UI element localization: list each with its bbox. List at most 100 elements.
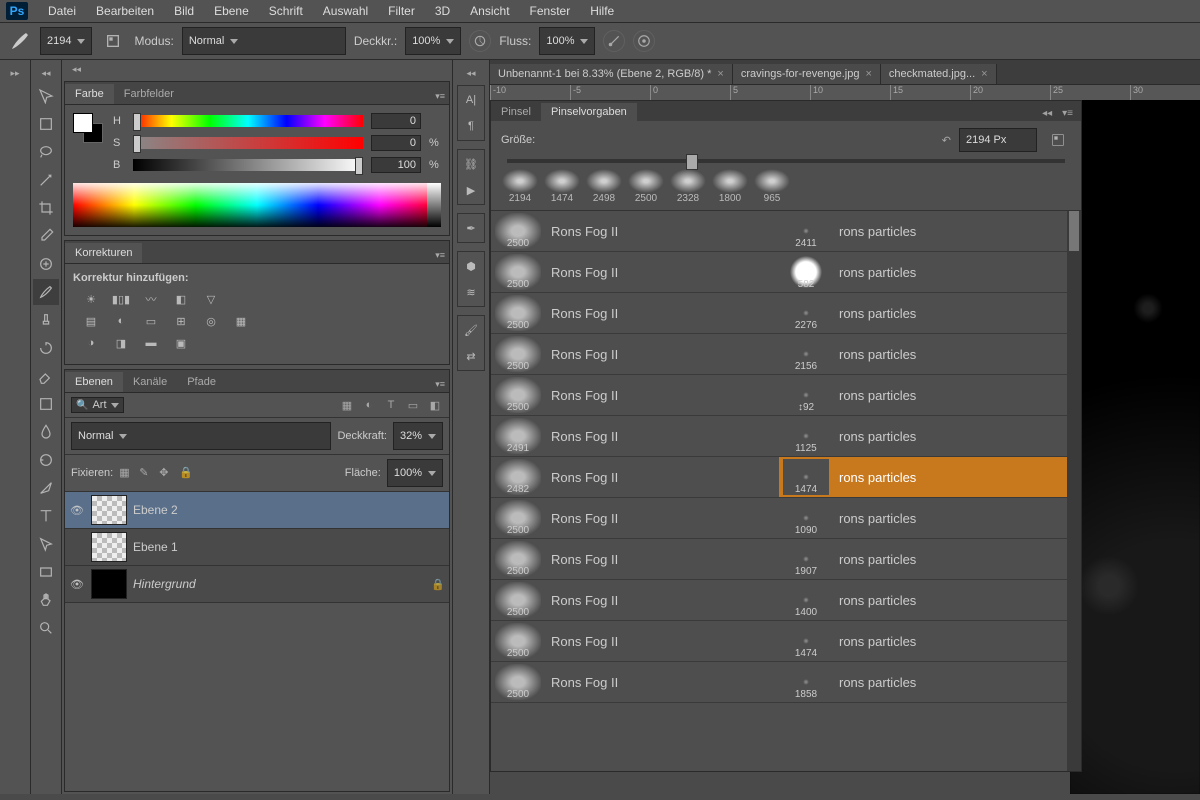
brush-tip[interactable]: 2498 — [585, 169, 623, 204]
adj-vibrance-icon[interactable]: ▽ — [201, 290, 221, 308]
reset-size-icon[interactable]: ↶ — [942, 134, 951, 147]
swap-icon[interactable]: ⇄ — [460, 345, 482, 367]
brush-preset-item[interactable]: 2500Rons Fog II — [491, 211, 779, 252]
close-icon[interactable]: × — [717, 68, 723, 80]
adj-bw-icon[interactable]: ◐ — [111, 312, 131, 330]
collapse-icon[interactable]: ◂◂ — [68, 62, 85, 77]
brush-preset-item[interactable]: 2156rons particles — [779, 334, 1067, 375]
collapse-icon[interactable]: ◂◂ — [462, 66, 479, 81]
tab-pinsel[interactable]: Pinsel — [491, 103, 541, 121]
hand-tool[interactable] — [33, 587, 59, 613]
move-tool[interactable] — [33, 83, 59, 109]
layer-name[interactable]: Hintergrund — [133, 577, 425, 591]
menu-3d[interactable]: 3D — [425, 1, 460, 21]
brush-size-input[interactable] — [959, 128, 1037, 152]
lock-pos-icon[interactable]: ✥ — [159, 466, 173, 480]
layers3d-icon[interactable]: ≋ — [460, 281, 482, 303]
brush-size-slider[interactable] — [507, 159, 1065, 163]
pen-tool[interactable] — [33, 475, 59, 501]
layer-blend-select[interactable]: Normal — [71, 422, 331, 450]
tab-pinselvorgaben[interactable]: Pinselvorgaben — [541, 103, 637, 121]
blend-mode-select[interactable]: Normal — [182, 27, 346, 55]
filter-pixel-icon[interactable]: ▦ — [339, 397, 355, 413]
marquee-tool[interactable] — [33, 111, 59, 137]
path-select-tool[interactable] — [33, 531, 59, 557]
adj-invert-icon[interactable]: ◑ — [81, 334, 101, 352]
brush-preset-item[interactable]: 2500Rons Fog II — [491, 293, 779, 334]
menu-auswahl[interactable]: Auswahl — [313, 1, 378, 21]
menu-bearbeiten[interactable]: Bearbeiten — [86, 1, 164, 21]
adj-color-lookup-icon[interactable]: ◎ — [201, 312, 221, 330]
adj-grad-map-icon[interactable]: ▬ — [141, 334, 161, 352]
sat-input[interactable] — [371, 135, 421, 151]
flow-input[interactable]: 100% — [539, 27, 595, 55]
brush-preset-item[interactable]: 582rons particles — [779, 252, 1067, 293]
zoom-tool[interactable] — [33, 615, 59, 641]
opacity-input[interactable]: 100% — [405, 27, 461, 55]
brush-tip[interactable]: 965 — [753, 169, 791, 204]
bri-slider[interactable] — [133, 159, 363, 171]
lock-pixels-icon[interactable]: ✎ — [139, 466, 153, 480]
airbrush-icon[interactable] — [603, 30, 625, 52]
menu-hilfe[interactable]: Hilfe — [580, 1, 624, 21]
brush-preset-item[interactable]: 2500Rons Fog II — [491, 498, 779, 539]
layer-filter-kind[interactable]: 🔍Art — [71, 397, 124, 413]
brush-preset-item[interactable]: 2500Rons Fog II — [491, 375, 779, 416]
doc-tab[interactable]: checkmated.jpg...× — [881, 64, 997, 84]
brush-preset-item[interactable]: 2500Rons Fog II — [491, 252, 779, 293]
menu-ansicht[interactable]: Ansicht — [460, 1, 519, 21]
blur-tool[interactable] — [33, 419, 59, 445]
brush-preset-item[interactable]: 1125rons particles — [779, 416, 1067, 457]
fgbg-swatch[interactable] — [73, 113, 103, 143]
layer-name[interactable]: Ebene 2 — [133, 503, 445, 517]
brush-preset-item[interactable]: 1907rons particles — [779, 539, 1067, 580]
layer-name[interactable]: Ebene 1 — [133, 540, 445, 554]
adj-brightness-icon[interactable]: ☀ — [81, 290, 101, 308]
filter-type-icon[interactable]: T — [383, 397, 399, 413]
brush-preset-item[interactable]: 2482Rons Fog II — [491, 457, 779, 498]
brush-preset-item[interactable]: 1090rons particles — [779, 498, 1067, 539]
eraser-tool[interactable] — [33, 363, 59, 389]
lock-all-icon[interactable]: 🔒 — [179, 466, 193, 480]
brush-preset-item[interactable]: 2276rons particles — [779, 293, 1067, 334]
lasso-tool[interactable] — [33, 139, 59, 165]
brush-panel-toggle-icon[interactable] — [100, 28, 126, 54]
filter-adjust-icon[interactable]: ◐ — [361, 397, 377, 413]
menu-schrift[interactable]: Schrift — [259, 1, 313, 21]
adj-curves-icon[interactable]: 〰 — [141, 290, 161, 308]
panel-menu-icon[interactable]: ▾≡ — [431, 377, 449, 392]
filter-shape-icon[interactable]: ▭ — [405, 397, 421, 413]
tab-farbe[interactable]: Farbe — [65, 84, 114, 104]
menu-bild[interactable]: Bild — [164, 1, 204, 21]
close-icon[interactable]: × — [981, 68, 987, 80]
brush-preset-item[interactable]: 1474rons particles — [779, 457, 1067, 498]
brush-preset-item[interactable]: 2500Rons Fog II — [491, 662, 779, 703]
pressure-size-icon[interactable] — [633, 30, 655, 52]
wand-tool[interactable] — [33, 167, 59, 193]
brush-preset-item[interactable]: 2500Rons Fog II — [491, 539, 779, 580]
layer-thumb[interactable] — [91, 569, 127, 599]
feather-icon[interactable]: ✒ — [460, 217, 482, 239]
layer-opacity-input[interactable]: 32% — [393, 422, 443, 450]
collapse-icon[interactable]: ◂◂ — [37, 66, 54, 81]
spot-heal-tool[interactable] — [33, 251, 59, 277]
type-tool[interactable] — [33, 503, 59, 529]
3d-icon[interactable]: ⬢ — [460, 255, 482, 277]
brush-preset-item[interactable]: 1858rons particles — [779, 662, 1067, 703]
hue-slider[interactable] — [133, 115, 363, 127]
adj-exposure-icon[interactable]: ◧ — [171, 290, 191, 308]
hue-input[interactable] — [371, 113, 421, 129]
panel-menu-icon[interactable]: ▾≡ — [431, 89, 449, 104]
canvas[interactable] — [1070, 100, 1200, 794]
new-preset-icon[interactable] — [1045, 127, 1071, 153]
brush-scrollbar[interactable] — [1067, 211, 1081, 771]
fg-color[interactable] — [73, 113, 93, 133]
sat-slider[interactable] — [133, 137, 363, 149]
brush-tip[interactable]: 2328 — [669, 169, 707, 204]
tab-ebenen[interactable]: Ebenen — [65, 372, 123, 392]
tab-farbfelder[interactable]: Farbfelder — [114, 84, 184, 104]
menu-fenster[interactable]: Fenster — [520, 1, 581, 21]
visibility-icon[interactable]: 👁 — [69, 578, 85, 591]
brush-preset-item[interactable]: 2500Rons Fog II — [491, 334, 779, 375]
menu-filter[interactable]: Filter — [378, 1, 425, 21]
